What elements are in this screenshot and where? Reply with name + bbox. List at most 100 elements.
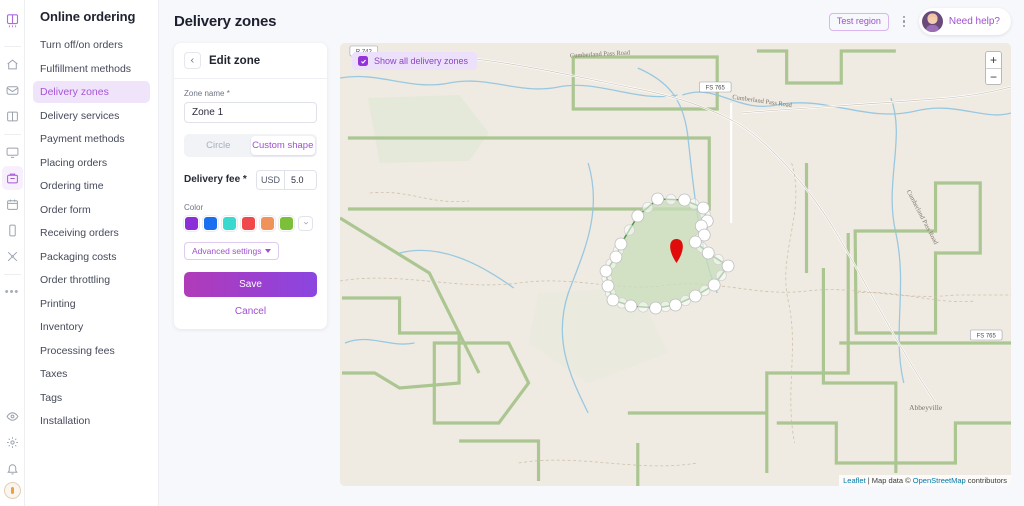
zone-vertex-handle[interactable] (652, 193, 664, 205)
more-icon[interactable]: ••• (0, 280, 25, 304)
zone-midpoint-handle[interactable] (638, 302, 648, 312)
more-options-icon[interactable] (898, 13, 910, 31)
delivery-zone-map[interactable]: R 742Cumberland Pass RoadFS 765Cumberlan… (340, 43, 1011, 486)
rail-divider-3 (4, 274, 21, 275)
zone-vertex-handle[interactable] (689, 290, 701, 302)
content-row: Edit zone Zone name * Circle Custom shap… (159, 43, 1024, 506)
advanced-settings-button[interactable]: Advanced settings (184, 242, 279, 261)
back-button[interactable] (184, 52, 201, 69)
sidebar-item-fulfillment-methods[interactable]: Fulfillment methods (33, 58, 150, 80)
zone-midpoint-handle[interactable] (643, 202, 653, 212)
sidebar-item-delivery-zones[interactable]: Delivery zones (33, 81, 150, 103)
zone-midpoint-handle[interactable] (713, 254, 723, 264)
sidebar-item-online-ordering[interactable] (2, 166, 23, 190)
color-swatch-cyan[interactable] (222, 216, 237, 231)
zone-vertex-handle[interactable] (708, 279, 720, 291)
sidebar-item-order-throttling[interactable]: Order throttling (33, 269, 150, 291)
sidebar-item-receiving-orders[interactable]: Receiving orders (33, 222, 150, 244)
edit-zone-panel: Edit zone Zone name * Circle Custom shap… (174, 43, 327, 329)
zone-vertex-handle[interactable] (670, 299, 682, 311)
need-help-button[interactable]: Need help? (919, 8, 1011, 35)
sidebar-item-printing[interactable]: Printing (33, 293, 150, 315)
zone-vertex-handle[interactable] (607, 294, 619, 306)
zone-vertex-handle[interactable] (697, 202, 709, 214)
map-attribution: Leaflet | Map data © OpenStreetMap contr… (839, 475, 1011, 486)
currency-select[interactable]: USD (257, 171, 285, 189)
zone-vertex-handle[interactable] (678, 194, 690, 206)
svg-text:FS 765: FS 765 (977, 333, 997, 339)
brand-logo-icon[interactable] (0, 6, 25, 36)
shape-option-circle[interactable]: Circle (186, 136, 251, 155)
icon-rail: ••• (0, 0, 25, 506)
zone-vertex-handle[interactable] (600, 265, 612, 277)
sidebar-item-list: Turn off/on ordersFulfillment methodsDel… (33, 34, 150, 432)
zone-vertex-handle[interactable] (615, 238, 627, 250)
more-colors-button[interactable] (298, 216, 313, 231)
bell-icon[interactable] (0, 456, 25, 480)
edit-zone-title: Edit zone (209, 55, 260, 67)
shape-type-toggle: Circle Custom shape (184, 134, 317, 157)
sidebar-item-processing-fees[interactable]: Processing fees (33, 340, 150, 362)
zone-vertex-handle[interactable] (650, 302, 662, 314)
zone-midpoint-handle[interactable] (660, 301, 670, 311)
save-button[interactable]: Save (184, 272, 317, 297)
cancel-button[interactable]: Cancel (184, 306, 317, 317)
caret-down-icon (265, 249, 271, 253)
sidebar-item-installation[interactable]: Installation (33, 410, 150, 432)
calendar-icon[interactable] (0, 192, 25, 216)
openstreetmap-link[interactable]: OpenStreetMap (913, 476, 966, 485)
integrations-icon[interactable] (0, 244, 25, 268)
mobile-app-icon[interactable] (0, 218, 25, 242)
sidebar-item-packaging-costs[interactable]: Packaging costs (33, 246, 150, 268)
inbox-icon[interactable] (0, 78, 25, 102)
color-swatch-green[interactable] (279, 216, 294, 231)
leaflet-link[interactable]: Leaflet (843, 476, 866, 485)
home-icon[interactable] (0, 52, 25, 76)
zone-vertex-handle[interactable] (602, 280, 614, 292)
map-route-shield: FS 765 (699, 82, 731, 92)
sidebar-item-turn-off-on-orders[interactable]: Turn off/on orders (33, 34, 150, 56)
color-swatch-red[interactable] (241, 216, 256, 231)
sidebar-item-inventory[interactable]: Inventory (33, 316, 150, 338)
color-swatch-purple[interactable] (184, 216, 199, 231)
menu-book-icon[interactable] (0, 104, 25, 128)
zone-midpoint-handle[interactable] (680, 295, 690, 305)
checkbox-checked-icon (358, 56, 368, 66)
zone-midpoint-handle[interactable] (666, 194, 676, 204)
chevron-down-icon (303, 220, 309, 226)
sidebar-item-order-form[interactable]: Order form (33, 199, 150, 221)
monitor-icon[interactable] (0, 140, 25, 164)
zone-vertex-handle[interactable] (702, 247, 714, 259)
test-region-button[interactable]: Test region (829, 13, 889, 31)
user-avatar[interactable] (4, 482, 21, 499)
sidebar-item-placing-orders[interactable]: Placing orders (33, 152, 150, 174)
sidebar-item-taxes[interactable]: Taxes (33, 363, 150, 385)
shape-option-custom-shape[interactable]: Custom shape (251, 136, 316, 155)
need-help-label: Need help? (949, 16, 1000, 27)
sidebar-item-payment-methods[interactable]: Payment methods (33, 128, 150, 150)
eye-icon[interactable] (0, 404, 25, 428)
zoom-in-button[interactable]: + (986, 52, 1001, 68)
svg-text:FS 765: FS 765 (706, 85, 726, 91)
sidebar-item-delivery-services[interactable]: Delivery services (33, 105, 150, 127)
sidebar-item-tags[interactable]: Tags (33, 387, 150, 409)
zone-vertex-handle[interactable] (689, 236, 701, 248)
sidebar-item-ordering-time[interactable]: Ordering time (33, 175, 150, 197)
color-swatch-blue[interactable] (203, 216, 218, 231)
zone-vertex-handle[interactable] (722, 260, 734, 272)
zone-vertex-handle[interactable] (625, 300, 637, 312)
zone-midpoint-handle[interactable] (716, 270, 726, 280)
delivery-fee-input[interactable]: 5.0 (285, 171, 316, 189)
sidebar-title: Online ordering (33, 9, 150, 34)
attribution-suffix: contributors (966, 476, 1007, 485)
zone-name-input[interactable] (184, 102, 317, 123)
zone-vertex-handle[interactable] (610, 251, 622, 263)
zone-vertex-handle[interactable] (632, 210, 644, 222)
gear-icon[interactable] (0, 430, 25, 454)
color-swatch-orange[interactable] (260, 216, 275, 231)
settings-sidebar: Online ordering Turn off/on ordersFulfil… (25, 0, 159, 506)
map-canvas: R 742Cumberland Pass RoadFS 765Cumberlan… (340, 43, 1011, 486)
zone-midpoint-handle[interactable] (624, 225, 634, 235)
zoom-out-button[interactable]: − (986, 68, 1001, 84)
show-all-zones-checkbox[interactable]: Show all delivery zones (352, 52, 477, 70)
